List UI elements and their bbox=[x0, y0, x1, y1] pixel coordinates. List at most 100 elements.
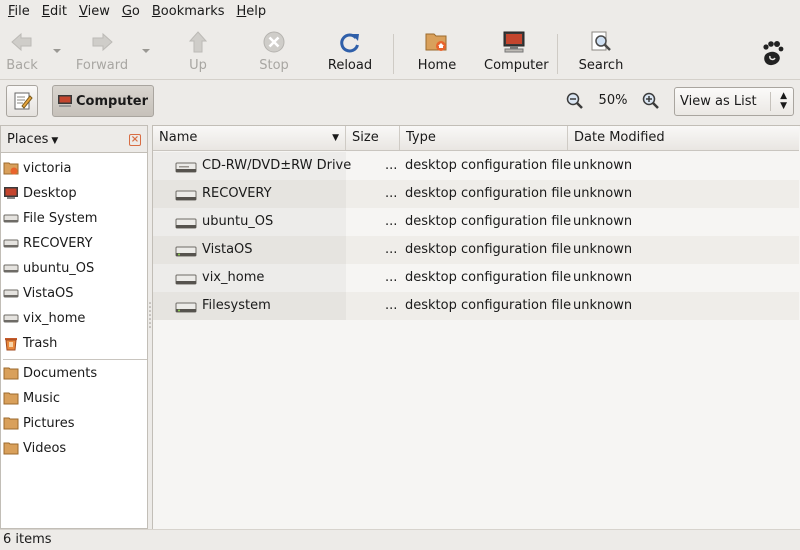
toolbar: Back Forward Up Stop Reload Home Compute… bbox=[0, 24, 800, 80]
menu-file[interactable]: File bbox=[2, 0, 36, 24]
file-type: desktop configuration file bbox=[405, 242, 572, 257]
breadcrumb-label: Computer bbox=[76, 93, 149, 109]
view-mode-select[interactable]: View as List ▲ ▼ bbox=[674, 87, 794, 116]
menu-view[interactable]: View bbox=[73, 0, 116, 24]
file-date: unknown bbox=[573, 270, 633, 285]
back-label: Back bbox=[6, 58, 38, 73]
sidebar-item-recovery[interactable]: RECOVERY bbox=[3, 232, 145, 254]
file-size: ... bbox=[385, 270, 398, 285]
sidebar-item-ubuntu-os[interactable]: ubuntu_OS bbox=[3, 257, 145, 279]
reload-button[interactable]: Reload bbox=[320, 30, 380, 76]
drive-icon bbox=[3, 289, 19, 298]
sidebar-item-desktop[interactable]: Desktop bbox=[3, 182, 145, 204]
sidebar-item-trash[interactable]: Trash bbox=[3, 332, 145, 354]
file-size: ... bbox=[385, 242, 398, 257]
sidebar-item-vistaos[interactable]: VistaOS bbox=[3, 282, 145, 304]
close-sidebar-icon[interactable]: × bbox=[129, 134, 141, 146]
menu-label: ookmarks bbox=[160, 4, 225, 19]
back-history-icon[interactable] bbox=[52, 46, 62, 56]
file-date: unknown bbox=[573, 298, 633, 313]
home-folder-icon bbox=[3, 162, 19, 175]
file-date: unknown bbox=[573, 158, 633, 173]
sidebar-item-music[interactable]: Music bbox=[3, 387, 145, 409]
up-button[interactable]: Up bbox=[168, 30, 228, 76]
table-row[interactable]: vix_home ... desktop configuration file … bbox=[153, 264, 799, 292]
menu-help[interactable]: Help bbox=[231, 0, 273, 24]
file-date: unknown bbox=[573, 214, 633, 229]
file-type: desktop configuration file bbox=[405, 270, 572, 285]
column-date-label: Date Modified bbox=[574, 130, 665, 145]
zoom-level[interactable]: 50% bbox=[596, 93, 630, 108]
sidebar-item-file-system[interactable]: File System bbox=[3, 207, 145, 229]
computer-icon bbox=[58, 95, 72, 107]
sidebar-item-videos[interactable]: Videos bbox=[3, 437, 145, 459]
file-name: Filesystem bbox=[202, 298, 271, 313]
drive-icon bbox=[175, 218, 197, 229]
stop-button[interactable]: Stop bbox=[244, 30, 304, 76]
optical-drive-icon bbox=[175, 162, 197, 173]
trash-icon bbox=[5, 338, 17, 351]
menu-mnemonic: G bbox=[121, 4, 132, 19]
menu-label: iew bbox=[87, 4, 110, 19]
sidebar-item-vix-home[interactable]: vix_home bbox=[3, 307, 145, 329]
table-row[interactable]: ubuntu_OS ... desktop configuration file… bbox=[153, 208, 799, 236]
toggle-location-entry-button[interactable] bbox=[6, 85, 38, 117]
column-date-modified[interactable]: Date Modified bbox=[568, 126, 799, 150]
status-bar: 6 items bbox=[0, 529, 800, 550]
column-size[interactable]: Size bbox=[346, 126, 400, 150]
table-row[interactable]: CD-RW/DVD±RW Drive ... desktop configura… bbox=[153, 152, 799, 180]
status-text: 6 items bbox=[3, 532, 52, 547]
computer-label: Computer bbox=[484, 58, 549, 73]
arrow-right-icon bbox=[92, 32, 113, 52]
toolbar-separator bbox=[557, 34, 558, 74]
spin-arrows-icon: ▲ ▼ bbox=[780, 91, 787, 111]
forward-history-icon[interactable] bbox=[141, 46, 151, 56]
location-bar: Computer 50% View as List ▲ ▼ bbox=[0, 80, 800, 122]
sidebar-item-pictures[interactable]: Pictures bbox=[3, 412, 145, 434]
sidebar-item-label: Music bbox=[23, 390, 60, 406]
zoom-in-icon[interactable] bbox=[642, 92, 660, 110]
menu-edit[interactable]: Edit bbox=[36, 0, 73, 24]
drive-icon bbox=[175, 302, 197, 313]
column-name[interactable]: Name ▼ bbox=[153, 126, 346, 150]
menu-mnemonic: V bbox=[78, 4, 88, 19]
zoom-out-icon[interactable] bbox=[566, 92, 584, 110]
column-type[interactable]: Type bbox=[400, 126, 568, 150]
places-dropdown[interactable]: Places ▼ bbox=[7, 132, 58, 147]
table-row[interactable]: Filesystem ... desktop configuration fil… bbox=[153, 292, 799, 320]
forward-button[interactable]: Forward bbox=[72, 30, 132, 76]
stop-label: Stop bbox=[259, 58, 289, 73]
column-size-label: Size bbox=[352, 130, 379, 145]
file-type: desktop configuration file bbox=[405, 214, 572, 229]
home-button[interactable]: Home bbox=[407, 30, 467, 76]
places-sidebar: victoria Desktop File System RECOVERY ub… bbox=[0, 153, 148, 529]
search-button[interactable]: Search bbox=[571, 30, 631, 76]
menu-go[interactable]: Go bbox=[116, 0, 146, 24]
file-size: ... bbox=[385, 186, 398, 201]
stop-icon bbox=[263, 31, 285, 53]
table-row[interactable]: RECOVERY ... desktop configuration file … bbox=[153, 180, 799, 208]
sidebar-item-documents[interactable]: Documents bbox=[3, 362, 145, 384]
home-label: Home bbox=[417, 58, 457, 73]
folder-icon bbox=[3, 417, 19, 430]
sidebar-item-label: File System bbox=[23, 210, 98, 226]
arrow-left-icon bbox=[11, 32, 32, 52]
select-divider bbox=[770, 92, 771, 111]
table-row[interactable]: VistaOS ... desktop configuration file u… bbox=[153, 236, 799, 264]
menu-bookmarks[interactable]: Bookmarks bbox=[146, 0, 231, 24]
back-button[interactable]: Back bbox=[0, 30, 52, 76]
file-list: Name ▼ Size Type Date Modified CD-RW/DVD… bbox=[152, 125, 800, 529]
drive-icon bbox=[3, 214, 19, 223]
places-label: Places bbox=[7, 132, 49, 147]
menu-mnemonic: B bbox=[151, 4, 161, 19]
sort-descending-icon: ▼ bbox=[332, 133, 339, 143]
file-name: ubuntu_OS bbox=[202, 214, 274, 229]
drive-icon bbox=[3, 239, 19, 248]
file-size: ... bbox=[385, 214, 398, 229]
file-date: unknown bbox=[573, 186, 633, 201]
breadcrumb-computer[interactable]: Computer bbox=[52, 85, 155, 117]
sidebar-item-victoria[interactable]: victoria bbox=[3, 157, 145, 179]
search-label: Search bbox=[578, 58, 624, 73]
reload-icon bbox=[340, 33, 359, 53]
computer-button[interactable]: Computer bbox=[484, 30, 549, 76]
